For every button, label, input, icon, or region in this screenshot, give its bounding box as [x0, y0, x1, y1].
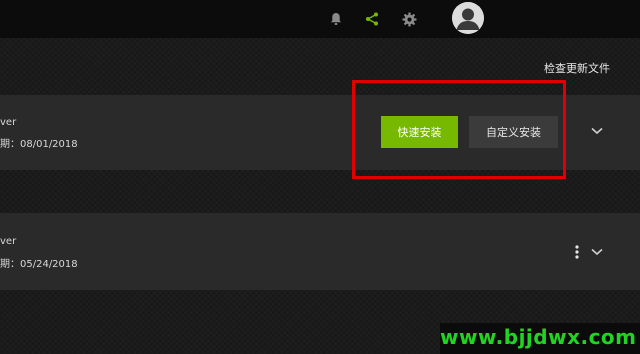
share-button[interactable] [360, 7, 384, 31]
check-updates-link[interactable]: 检查更新文件 [544, 60, 610, 76]
watermark: www.bjjdwx.com [440, 323, 640, 354]
driver-release-date: 期：05/24/2018 [0, 259, 78, 270]
user-avatar[interactable] [452, 2, 484, 34]
chevron-down-icon[interactable] [590, 247, 604, 257]
user-avatar-icon [452, 2, 484, 34]
settings-button[interactable] [397, 7, 421, 31]
driver-name: ver [0, 236, 17, 247]
driver-card: ver 期：05/24/2018 [0, 213, 640, 290]
driver-release-date: 期：08/01/2018 [0, 139, 78, 150]
top-bar [0, 0, 640, 38]
gear-icon [401, 11, 417, 27]
notifications-button[interactable] [324, 7, 348, 31]
more-options-icon[interactable] [574, 245, 580, 259]
chevron-down-icon[interactable] [590, 126, 604, 136]
watermark-text: www.bjjdwx.com [440, 325, 637, 349]
bell-icon [331, 13, 341, 25]
driver-name: ver [0, 117, 17, 128]
share-icon [366, 12, 378, 26]
annotation-highlight-box [352, 80, 566, 179]
